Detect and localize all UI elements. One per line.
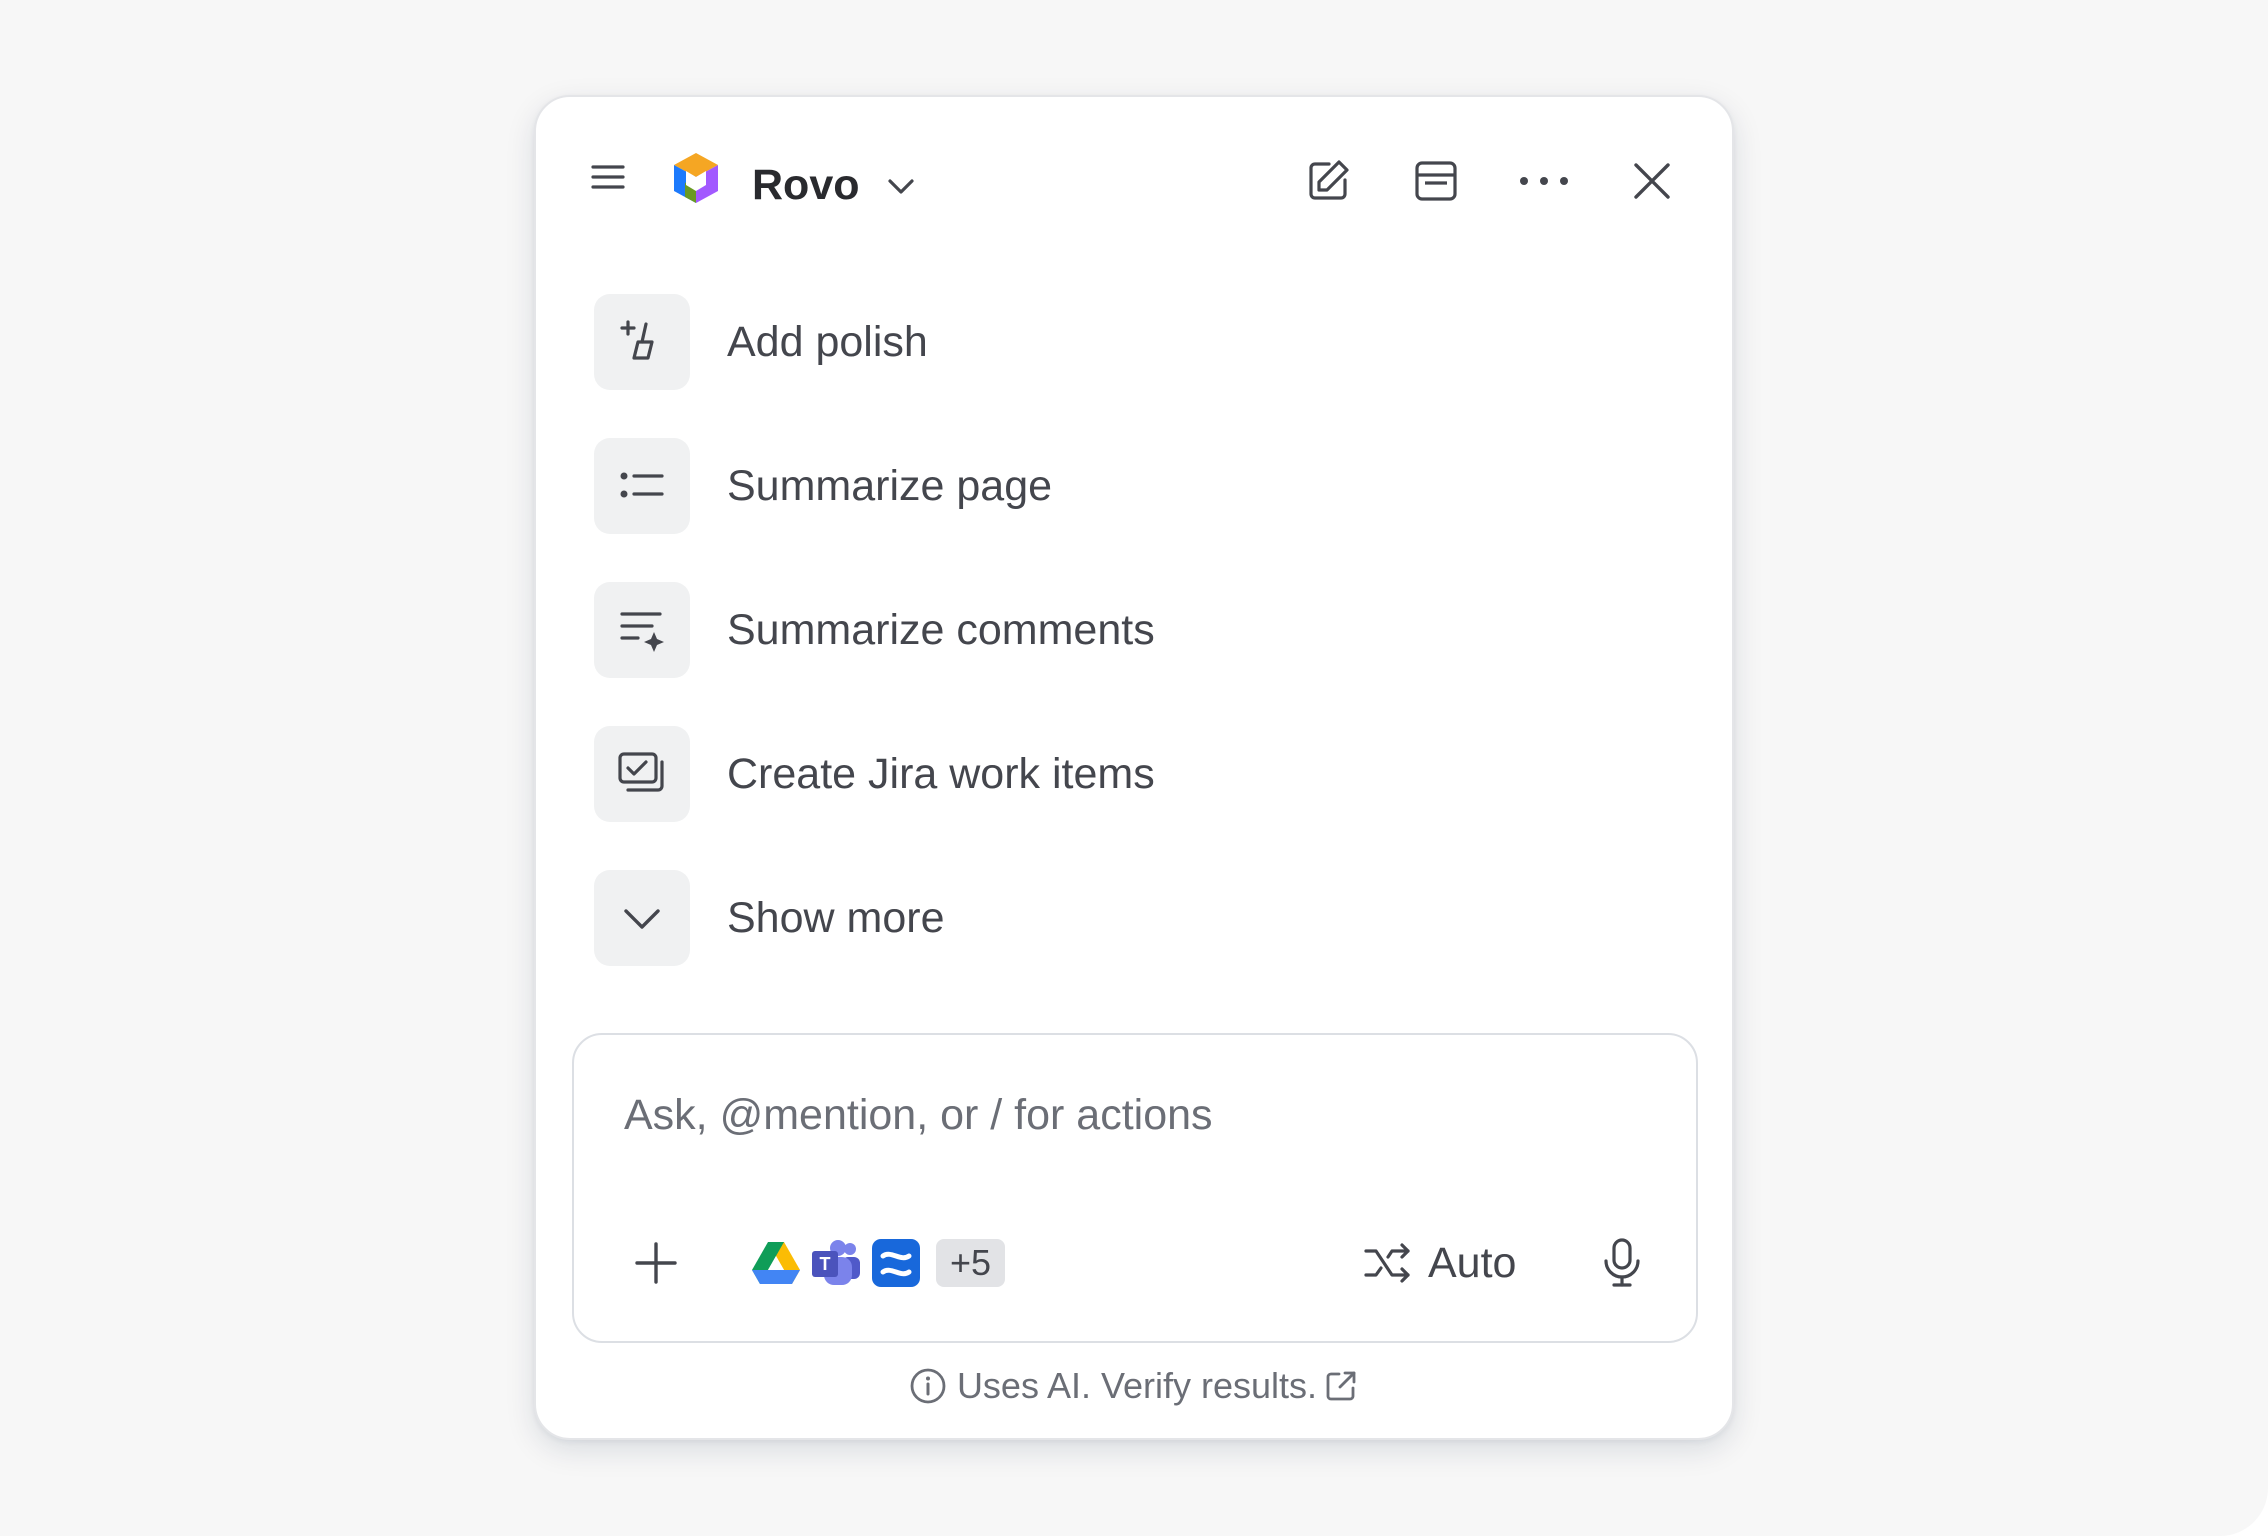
add-attachment-button[interactable] [626,1233,686,1293]
mode-label: Auto [1428,1238,1517,1287]
menu-button[interactable] [580,149,636,205]
rovo-chat-panel: Rovo Add polish Summarize page Summarize… [534,95,1734,1440]
more-icon [1516,171,1572,191]
page-background: Rovo Add polish Summarize page Summarize… [0,0,2268,1536]
suggestion-label: Create Jira work items [727,749,1155,798]
suggestion-summarize-comments[interactable]: Summarize comments [594,581,1674,679]
shuffle-icon [1362,1241,1414,1285]
suggestion-label: Add polish [727,317,928,366]
suggestion-label: Summarize comments [727,605,1155,654]
sparkle-brush-icon [594,294,690,390]
info-icon [909,1367,947,1405]
suggestion-label: Show more [727,893,945,942]
disclaimer-text: Uses AI. Verify results. [956,1365,1318,1406]
view-mode-button[interactable] [1404,149,1468,213]
google-drive-icon [750,1237,802,1289]
close-icon [1630,159,1674,203]
mode-selector-button[interactable]: Auto [1362,1231,1516,1295]
suggestion-summarize-page[interactable]: Summarize page [594,437,1674,535]
suggestion-create-jira-work-items[interactable]: Create Jira work items [594,725,1674,823]
voice-input-button[interactable] [1592,1233,1652,1293]
confluence-icon [870,1237,922,1289]
suggestion-label: Summarize page [727,461,1053,510]
chevron-down-icon [594,870,690,966]
list-sparkle-icon [594,582,690,678]
more-sources-badge: +5 [936,1239,1006,1287]
panel-header: Rovo [536,97,1732,267]
plus-icon [633,1240,679,1286]
new-chat-button[interactable] [1296,149,1360,213]
ai-disclaimer: Uses AI. Verify results. [536,1365,1732,1407]
edit-icon [1303,156,1353,206]
more-options-button[interactable] [1512,149,1576,213]
brand-name[interactable]: Rovo [752,157,860,213]
chat-input[interactable] [624,1075,1624,1155]
list-icon [594,438,690,534]
microphone-icon [1600,1237,1644,1289]
chevron-down-icon [883,168,919,204]
work-items-icon [594,726,690,822]
suggestion-add-polish[interactable]: Add polish [594,293,1674,391]
svg-text:T: T [820,1254,831,1274]
microsoft-teams-icon: T [810,1237,862,1289]
connected-sources[interactable]: T +5 [750,1235,1006,1291]
close-button[interactable] [1620,149,1684,213]
external-link-icon[interactable] [1323,1368,1359,1404]
rovo-logo-icon [666,149,726,209]
hamburger-menu-icon [588,157,628,197]
brand-dropdown-button[interactable] [876,161,926,211]
window-view-icon [1411,156,1461,206]
show-more-button[interactable]: Show more [594,869,1674,967]
chat-composer: T +5 Auto [572,1033,1698,1343]
